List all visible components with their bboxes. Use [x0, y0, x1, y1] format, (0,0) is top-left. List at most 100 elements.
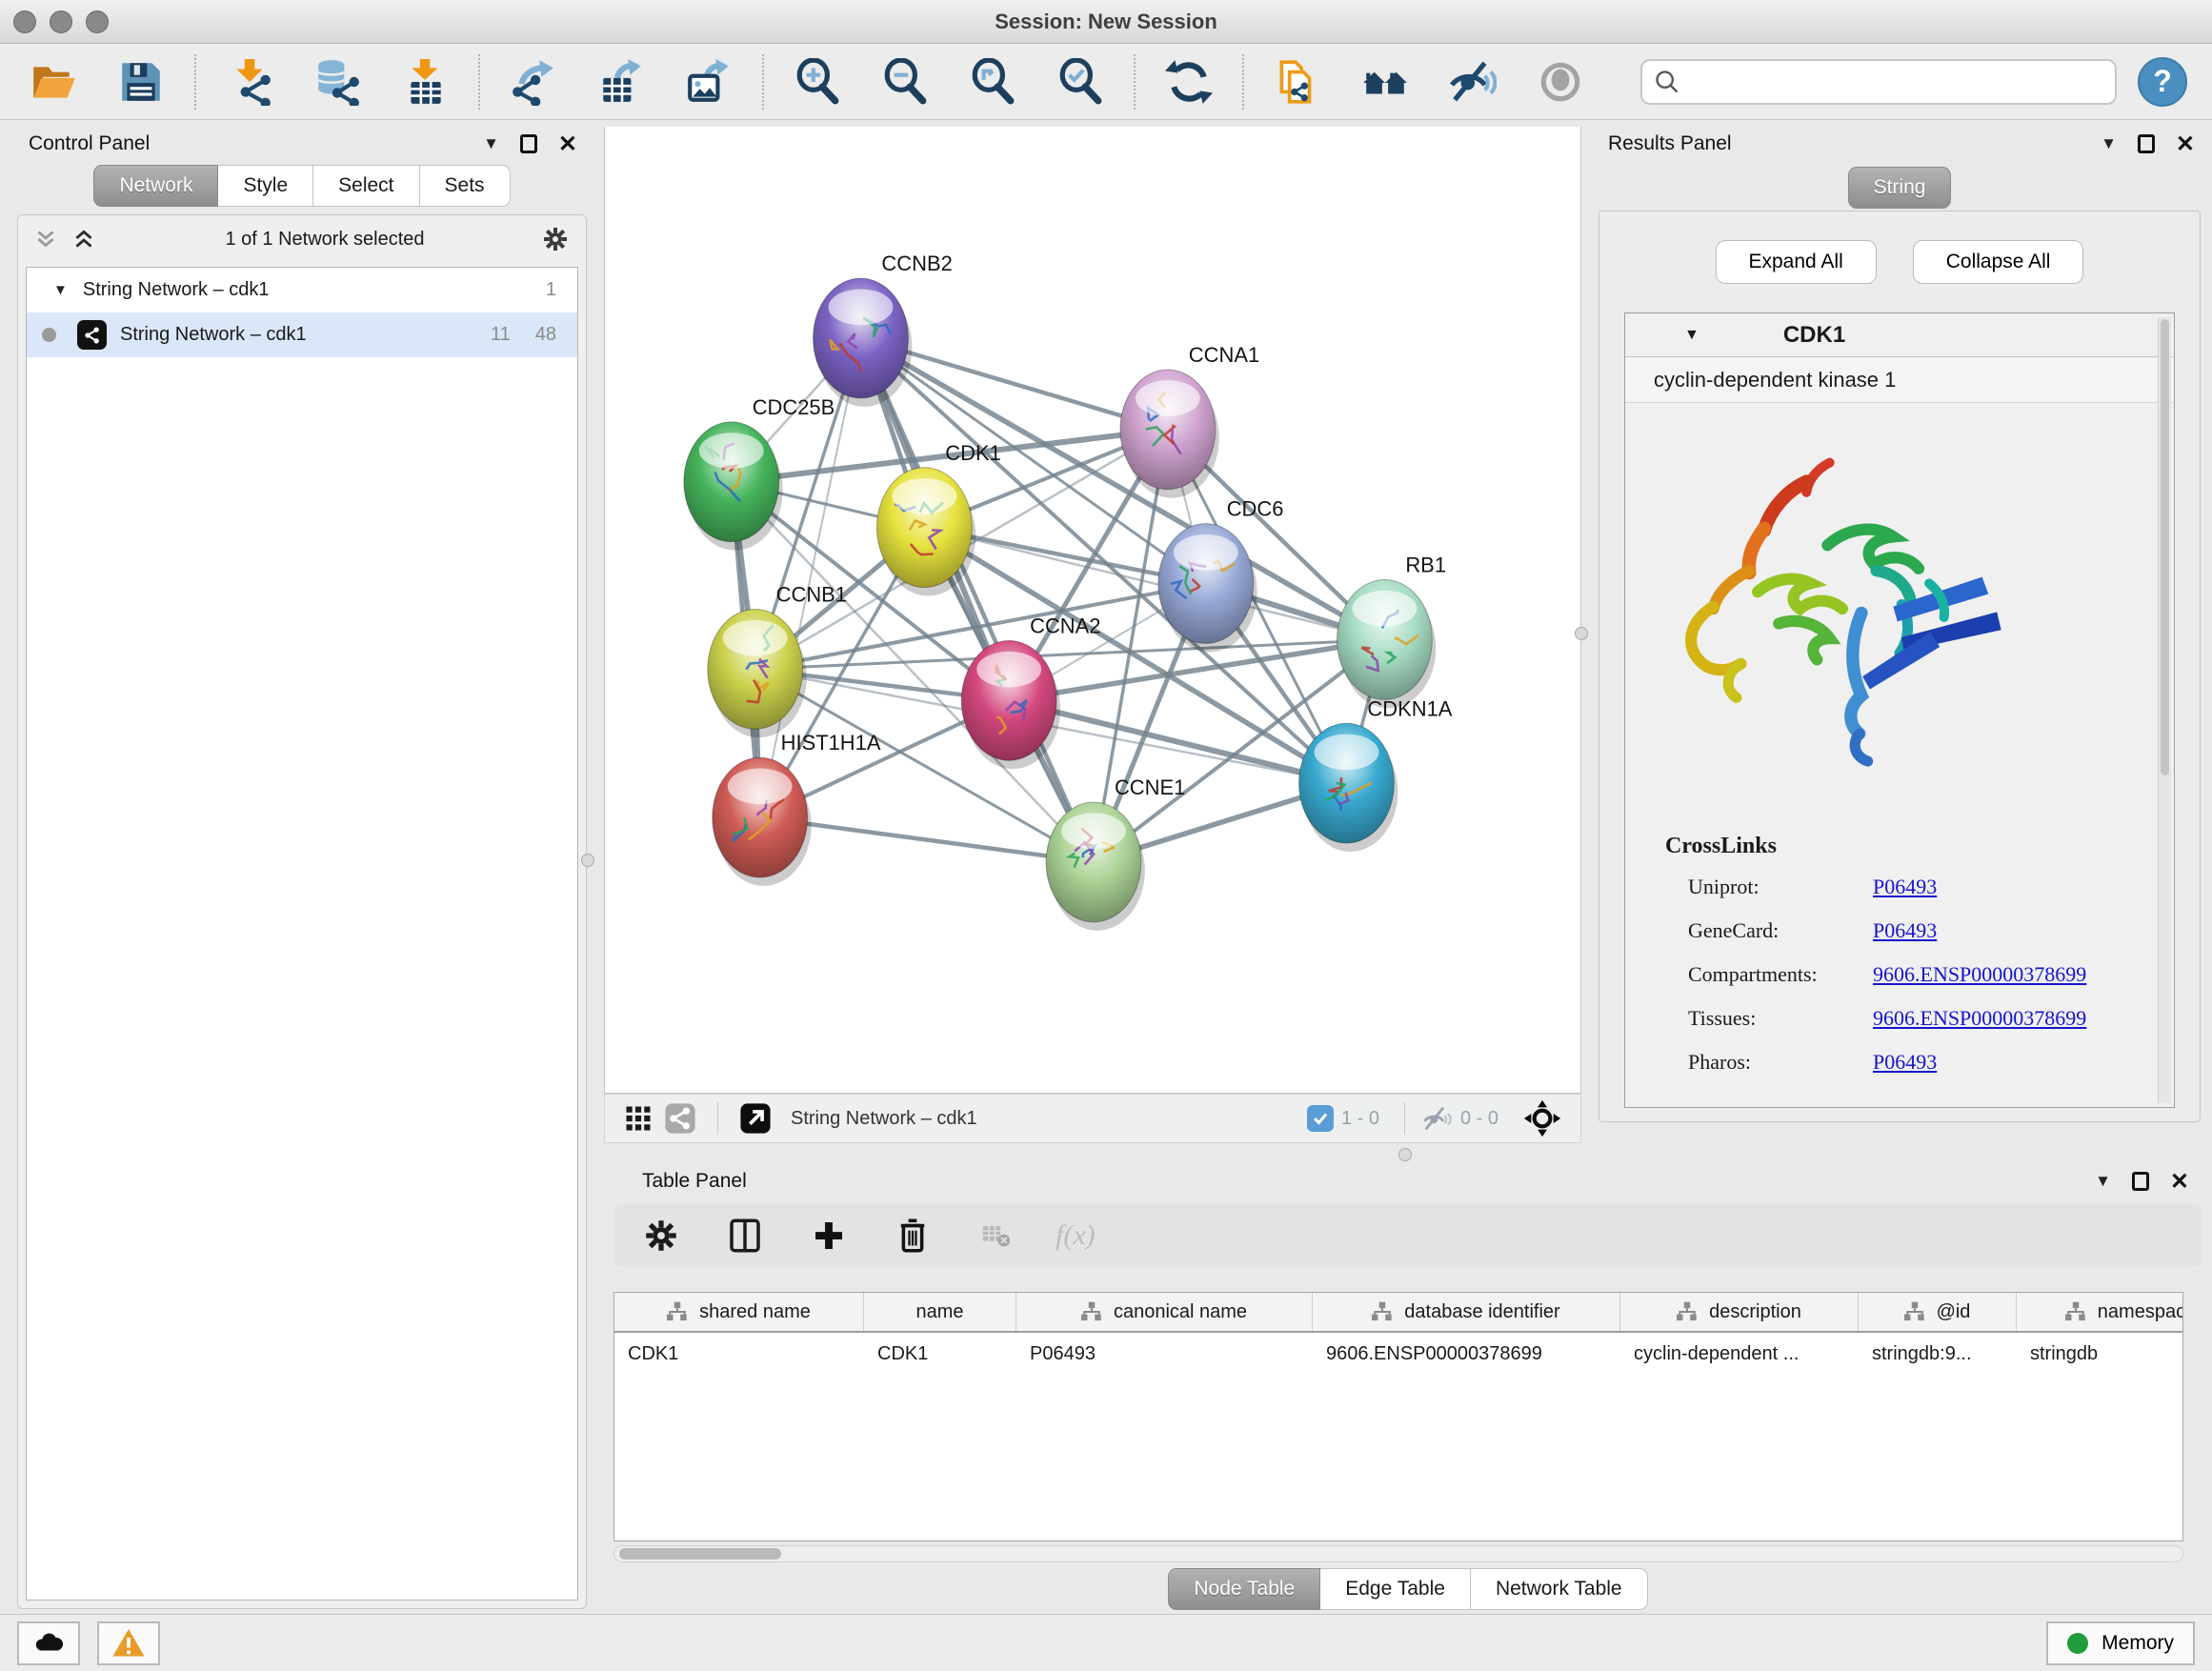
collection-expand-icon[interactable]: ▼ — [53, 282, 68, 298]
network-node[interactable]: CDKN1A — [1299, 696, 1453, 852]
zoom-out-button[interactable] — [880, 57, 930, 107]
gene-description: cyclin-dependent kinase 1 — [1625, 357, 2174, 403]
export-table-button[interactable] — [596, 57, 646, 107]
crosslink-link[interactable]: 9606.ENSP00000378699 — [1873, 1006, 2086, 1031]
import-network-file-button[interactable] — [225, 57, 274, 107]
zoom-window-button[interactable] — [86, 10, 109, 33]
table-cell[interactable]: stringdb — [2017, 1343, 2183, 1365]
results-panel-collapse-icon[interactable]: ▼ — [2101, 134, 2117, 153]
table-cell[interactable]: stringdb:9... — [1859, 1343, 2017, 1365]
table-panel-close-icon[interactable]: ✕ — [2170, 1168, 2189, 1196]
tab-string[interactable]: String — [1848, 167, 1952, 209]
network-row-selected[interactable]: String Network – cdk1 11 48 — [27, 312, 577, 357]
network-edge[interactable] — [860, 338, 1094, 862]
expand-all-icon[interactable] — [71, 227, 96, 252]
column-header-@id[interactable]: @id — [1859, 1293, 2017, 1331]
save-session-button[interactable] — [116, 57, 166, 107]
left-splitter-handle[interactable] — [581, 854, 594, 867]
tab-edge-table[interactable]: Edge Table — [1320, 1568, 1471, 1610]
crosslink-link[interactable]: P06493 — [1873, 875, 1937, 899]
export-image-button[interactable] — [684, 57, 734, 107]
network-collection-row[interactable]: ▼ String Network – cdk1 1 — [27, 268, 577, 312]
collapse-all-button[interactable]: Collapse All — [1913, 240, 2084, 284]
zoom-selected-button[interactable] — [1056, 57, 1105, 107]
network-node[interactable]: HIST1H1A — [713, 731, 881, 886]
right-splitter-handle[interactable] — [1575, 627, 1588, 640]
column-header-canonical-name[interactable]: canonical name — [1016, 1293, 1313, 1331]
tab-node-table[interactable]: Node Table — [1168, 1568, 1320, 1610]
zoom-in-button[interactable] — [793, 57, 842, 107]
table-cell[interactable]: CDK1 — [864, 1343, 1016, 1365]
crosslink-link[interactable]: 9606.ENSP00000378699 — [1873, 962, 2086, 987]
birdseye-view-button[interactable] — [1518, 1099, 1567, 1137]
delete-column-button[interactable] — [888, 1211, 937, 1260]
apply-layout-button[interactable] — [1164, 57, 1214, 107]
network-canvas[interactable]: CCNB2CCNA1CDC25BCDK1CDC6RB1CCNB1CCNA2CDK… — [604, 127, 1581, 1094]
network-node[interactable]: CCNA1 — [1120, 343, 1259, 498]
export-network-button[interactable] — [509, 57, 558, 107]
string-view-button[interactable] — [658, 1102, 702, 1135]
tab-select[interactable]: Select — [313, 165, 419, 207]
collapse-all-icon[interactable] — [33, 227, 58, 252]
column-header-shared-name[interactable]: shared name — [614, 1293, 864, 1331]
gene-section-expand-icon[interactable]: ▼ — [1684, 327, 1699, 344]
warnings-button[interactable] — [97, 1621, 160, 1665]
control-panel-close-icon[interactable]: ✕ — [558, 131, 577, 158]
tab-network-table[interactable]: Network Table — [1471, 1568, 1648, 1610]
network-node[interactable]: CCNB1 — [708, 583, 847, 738]
column-header-namespace[interactable]: namespace — [2017, 1293, 2183, 1331]
show-all-hidden-button[interactable] — [1536, 57, 1585, 107]
import-table-button[interactable] — [400, 57, 450, 107]
function-builder-button[interactable]: f(x) — [1056, 1219, 1096, 1252]
cloud-status-button[interactable] — [17, 1621, 80, 1665]
table-cell[interactable]: P06493 — [1016, 1343, 1313, 1365]
show-graphics-details-button[interactable] — [1360, 57, 1410, 107]
zoom-fit-button[interactable] — [968, 57, 1017, 107]
network-options-gear-icon[interactable] — [540, 224, 571, 254]
tab-network[interactable]: Network — [93, 165, 218, 207]
table-panel-collapse-icon[interactable]: ▼ — [2095, 1172, 2111, 1191]
selected-nodes-checkbox[interactable] — [1307, 1105, 1334, 1132]
tab-sets[interactable]: Sets — [420, 165, 511, 207]
open-session-button[interactable] — [29, 57, 78, 107]
cloud-icon — [31, 1626, 66, 1661]
grid-view-button[interactable] — [618, 1104, 658, 1133]
node-table[interactable]: shared namenamecanonical namedatabase id… — [613, 1292, 2183, 1541]
hide-selected-button[interactable] — [1448, 57, 1498, 107]
open-in-new-window-button[interactable] — [734, 1102, 777, 1135]
table-panel-float-icon[interactable] — [2132, 1172, 2149, 1191]
control-panel-float-icon[interactable] — [520, 134, 537, 153]
results-scrollbar[interactable] — [2158, 317, 2171, 1103]
control-panel-collapse-icon[interactable]: ▼ — [483, 134, 499, 153]
network-node[interactable]: RB1 — [1337, 554, 1446, 709]
bottom-splitter-handle[interactable] — [1398, 1148, 1412, 1161]
column-header-description[interactable]: description — [1620, 1293, 1859, 1331]
table-options-button[interactable] — [636, 1211, 686, 1260]
show-columns-button[interactable] — [720, 1211, 770, 1260]
gene-section-header[interactable]: ▼ CDK1 — [1625, 313, 2174, 357]
new-network-from-selection-button[interactable] — [1273, 57, 1322, 107]
network-graph[interactable]: CCNB2CCNA1CDC25BCDK1CDC6RB1CCNB1CCNA2CDK… — [605, 127, 1580, 1093]
expand-all-button[interactable]: Expand All — [1716, 240, 1877, 284]
table-horizontal-scrollbar[interactable] — [613, 1545, 2183, 1562]
column-header-database-identifier[interactable]: database identifier — [1313, 1293, 1620, 1331]
import-network-database-button[interactable] — [312, 57, 362, 107]
crosslink-link[interactable]: P06493 — [1873, 918, 1937, 943]
results-panel-close-icon[interactable]: ✕ — [2176, 131, 2195, 158]
minimize-window-button[interactable] — [50, 10, 72, 33]
network-node[interactable]: CCNB2 — [814, 252, 953, 407]
table-cell[interactable]: 9606.ENSP00000378699 — [1313, 1343, 1620, 1365]
table-row[interactable]: CDK1CDK1P064939606.ENSP00000378699cyclin… — [614, 1333, 2182, 1375]
create-column-button[interactable] — [804, 1211, 854, 1260]
crosslink-link[interactable]: P06493 — [1873, 1050, 1937, 1075]
tab-style[interactable]: Style — [218, 165, 313, 207]
column-header-name[interactable]: name — [864, 1293, 1016, 1331]
table-cell[interactable]: CDK1 — [614, 1343, 864, 1365]
table-cell[interactable]: cyclin-dependent ... — [1620, 1343, 1859, 1365]
results-panel-float-icon[interactable] — [2138, 134, 2155, 153]
delete-table-button[interactable] — [972, 1211, 1021, 1260]
global-search-input[interactable] — [1640, 59, 2117, 105]
close-window-button[interactable] — [13, 10, 36, 33]
help-button[interactable]: ? — [2138, 57, 2187, 107]
memory-button[interactable]: Memory — [2046, 1621, 2195, 1665]
